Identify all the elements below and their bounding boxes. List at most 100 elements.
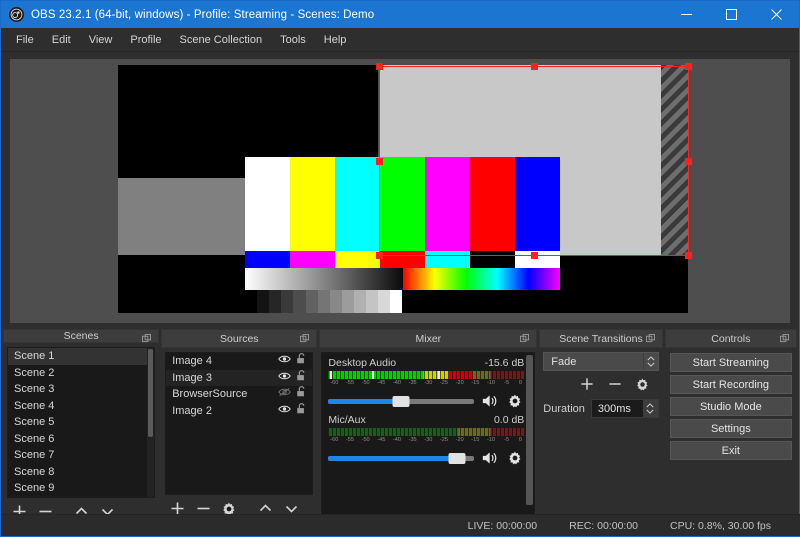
gear-icon[interactable]: [506, 450, 524, 466]
lock-unlocked-icon[interactable]: [296, 403, 306, 420]
resize-handle-top-left[interactable]: [376, 63, 383, 70]
scene-list-item[interactable]: Scene 2: [8, 365, 154, 382]
exit-button[interactable]: Exit: [670, 441, 792, 460]
mixer-scrollbar[interactable]: [525, 353, 534, 518]
sources-list[interactable]: Image 4 Image 3: [165, 352, 313, 495]
status-live: LIVE: 00:00:00: [468, 520, 537, 532]
scenes-scrollbar[interactable]: [147, 348, 154, 497]
float-dock-icon[interactable]: [646, 334, 655, 346]
resize-handle-bottom-right[interactable]: [685, 252, 692, 259]
sources-dock-body: Image 4 Image 3: [161, 348, 317, 521]
transition-properties-button[interactable]: [631, 374, 655, 394]
menu-view[interactable]: View: [80, 31, 122, 49]
float-dock-icon[interactable]: [780, 334, 789, 346]
scene-list-item[interactable]: Scene 1: [8, 348, 154, 365]
mixer-dock: Mixer Desktop Audio -15.6 dB: [319, 329, 537, 521]
source-list-item[interactable]: Image 3: [166, 370, 312, 387]
speaker-on-icon[interactable]: [481, 450, 499, 466]
scenes-scrollbar-thumb[interactable]: [148, 349, 153, 437]
preview-canvas[interactable]: [10, 59, 790, 323]
sources-dock-title: Sources: [161, 329, 317, 348]
menu-help[interactable]: Help: [315, 31, 356, 49]
greyscale-ramp: [245, 268, 403, 290]
scene-list-item[interactable]: Scene 7: [8, 447, 154, 464]
settings-button[interactable]: Settings: [670, 419, 792, 438]
scene-label: Scene 3: [14, 381, 148, 398]
menu-scene-collection[interactable]: Scene Collection: [171, 31, 272, 49]
menu-file[interactable]: File: [7, 31, 43, 49]
source-label: Image 4: [172, 353, 278, 370]
resize-handle-middle-left[interactable]: [376, 158, 383, 165]
scenes-dock-body: Scene 1 Scene 2 Scene 3 Scene 4 Scene 5 …: [3, 343, 159, 524]
scene-label: Scene 9: [14, 480, 148, 497]
scenes-dock-title: Scenes: [3, 329, 159, 343]
resize-handle-top-center[interactable]: [531, 63, 538, 70]
scene-label: Scene 1: [14, 348, 148, 365]
scene-list-item[interactable]: Scene 8: [8, 464, 154, 481]
start-streaming-button[interactable]: Start Streaming: [670, 353, 792, 372]
duration-input[interactable]: 300ms: [591, 399, 659, 418]
eye-visible-icon[interactable]: [278, 353, 291, 370]
eye-hidden-icon[interactable]: [278, 386, 291, 403]
speaker-on-icon[interactable]: [481, 393, 499, 409]
dock-row: Scenes Scene 1 Scene 2 Scene 3 Scene 4 S…: [1, 329, 799, 523]
volume-meter: [328, 371, 524, 379]
menu-profile[interactable]: Profile: [121, 31, 170, 49]
volume-slider[interactable]: [328, 396, 474, 407]
sources-dock: Sources Image 4: [161, 329, 317, 521]
source-list-item[interactable]: BrowserSource: [166, 386, 312, 403]
mixer-dock-title: Mixer: [319, 329, 537, 348]
eye-visible-icon[interactable]: [278, 403, 291, 420]
maximize-icon[interactable]: [709, 1, 754, 28]
resize-handle-bottom-center[interactable]: [531, 252, 538, 259]
hue-ramp: [403, 268, 561, 290]
menu-tools[interactable]: Tools: [271, 31, 315, 49]
lock-unlocked-icon[interactable]: [296, 370, 306, 387]
add-transition-button[interactable]: [575, 374, 599, 394]
duration-spinner[interactable]: [643, 400, 658, 417]
obs-logo-icon: [9, 7, 24, 22]
lock-unlocked-icon[interactable]: [296, 386, 306, 403]
gear-icon[interactable]: [506, 393, 524, 409]
channel-name: Mic/Aux: [328, 414, 365, 426]
scene-label: Scene 7: [14, 447, 148, 464]
scene-list-item[interactable]: Scene 3: [8, 381, 154, 398]
source-list-item[interactable]: Image 4: [166, 353, 312, 370]
lock-unlocked-icon[interactable]: [296, 353, 306, 370]
eye-visible-icon[interactable]: [278, 370, 291, 387]
mixer-channels: Desktop Audio -15.6 dB -60-55-: [321, 352, 535, 519]
resize-handle-top-right[interactable]: [685, 63, 692, 70]
float-dock-icon[interactable]: [300, 334, 309, 346]
scenes-list[interactable]: Scene 1 Scene 2 Scene 3 Scene 4 Scene 5 …: [7, 347, 155, 498]
float-dock-icon[interactable]: [142, 334, 151, 346]
scene-list-item[interactable]: Scene 4: [8, 398, 154, 415]
volume-slider[interactable]: [328, 453, 474, 464]
start-recording-button[interactable]: Start Recording: [670, 375, 792, 394]
resize-handle-middle-right[interactable]: [685, 158, 692, 165]
scene-label: Scene 6: [14, 431, 148, 448]
source-label: BrowserSource: [172, 386, 278, 403]
scene-list-item[interactable]: Scene 6: [8, 431, 154, 448]
scene-list-item[interactable]: Scene 5: [8, 414, 154, 431]
controls-dock-body: Start Streaming Start Recording Studio M…: [665, 348, 797, 521]
test-pattern-row-steps: [245, 290, 403, 313]
resize-handle-bottom-left[interactable]: [376, 252, 383, 259]
transition-duration-row: Duration 300ms: [543, 399, 658, 418]
channel-level-db: 0.0 dB: [494, 414, 524, 426]
transitions-title-label: Scene Transitions: [559, 333, 642, 345]
meter-scale: -60-55-50 -45-40-35 -30-25-20 -15-10-5 0: [328, 380, 524, 389]
transition-spinner[interactable]: [643, 353, 658, 370]
close-icon[interactable]: [754, 1, 799, 28]
studio-mode-button[interactable]: Studio Mode: [670, 397, 792, 416]
transition-buttons: [543, 371, 658, 397]
transition-select[interactable]: Fade: [543, 352, 658, 371]
mixer-scrollbar-thumb[interactable]: [526, 355, 533, 505]
selection-bounding-box[interactable]: [379, 66, 689, 256]
float-dock-icon[interactable]: [520, 334, 529, 346]
scene-label: Scene 2: [14, 365, 148, 382]
minimize-icon[interactable]: [664, 1, 709, 28]
scene-list-item[interactable]: Scene 9: [8, 480, 154, 497]
remove-transition-button[interactable]: [603, 374, 627, 394]
source-list-item[interactable]: Image 2: [166, 403, 312, 420]
menu-edit[interactable]: Edit: [43, 31, 80, 49]
